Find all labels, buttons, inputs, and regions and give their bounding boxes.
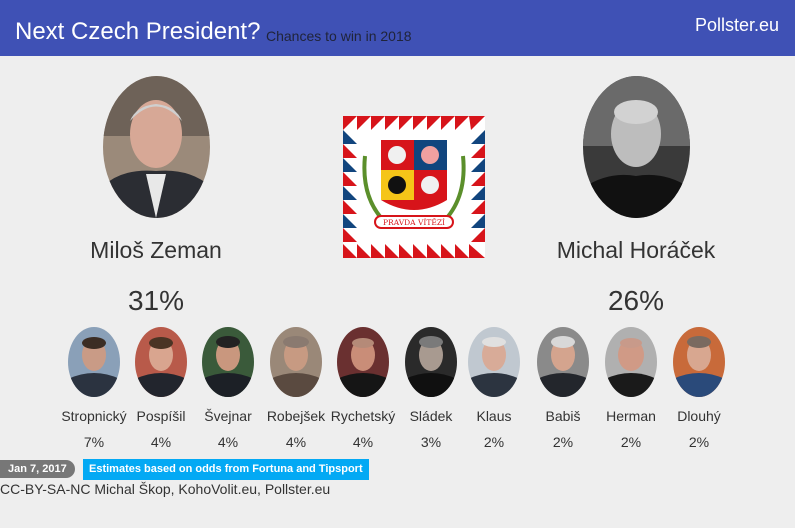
candidate-photo — [468, 327, 520, 397]
candidate-name: Babiš — [545, 408, 581, 424]
candidate-card: Stropnický 7% — [60, 325, 128, 450]
leader-name-zeman: Miloš Zeman — [90, 237, 222, 263]
date-badge: Jan 7, 2017 — [0, 460, 75, 478]
candidate-name: Pospíšil — [136, 408, 186, 424]
leader-percent-zeman: 31% — [127, 285, 185, 316]
candidate-percent: 3% — [420, 434, 442, 450]
candidate-percent: 4% — [150, 434, 172, 450]
candidate-card: Sládek 3% — [397, 325, 465, 450]
candidate-card: Klaus 2% — [460, 325, 528, 450]
page-title: Next Czech President? — [15, 18, 261, 45]
candidate-card: Švejnar 4% — [194, 325, 262, 450]
candidate-photo — [135, 327, 187, 397]
candidate-percent: 4% — [352, 434, 374, 450]
candidate-percent: 7% — [83, 434, 105, 450]
candidate-photo — [537, 327, 589, 397]
candidate-name: Švejnar — [204, 408, 252, 424]
leader-name-horacek: Michal Horáček — [556, 237, 716, 263]
candidate-percent: 4% — [217, 434, 239, 450]
header-bar: Next Czech President? Chances to win in … — [0, 0, 795, 56]
zeman-photo — [103, 76, 210, 218]
candidate-photo — [68, 327, 120, 397]
leader-percent-horacek: 26% — [607, 285, 665, 316]
candidate-photo — [270, 327, 322, 397]
candidate-name: Stropnický — [61, 408, 127, 424]
source-note-badge: Estimates based on odds from Fortuna and… — [83, 459, 369, 480]
candidate-photo — [405, 327, 457, 397]
candidate-photo — [202, 327, 254, 397]
candidate-name: Klaus — [476, 408, 512, 424]
candidate-card: Rychetský 4% — [329, 325, 397, 450]
candidate-name: Herman — [606, 408, 656, 424]
candidate-percent: 4% — [285, 434, 307, 450]
candidate-photo — [673, 327, 725, 397]
candidate-card: Dlouhý 2% — [665, 325, 733, 450]
candidate-name: Rychetský — [330, 408, 396, 424]
horacek-photo — [583, 76, 690, 218]
candidate-photo — [337, 327, 389, 397]
candidate-percent: 2% — [483, 434, 505, 450]
candidate-percent: 2% — [620, 434, 642, 450]
candidate-card: Robejšek 4% — [262, 325, 330, 450]
candidate-name: Robejšek — [266, 408, 326, 424]
candidate-card: Babiš 2% — [529, 325, 597, 450]
candidate-photo — [605, 327, 657, 397]
candidate-name: Sládek — [409, 408, 453, 424]
candidate-percent: 2% — [688, 434, 710, 450]
page-subtitle: Chances to win in 2018 — [266, 28, 412, 44]
candidate-card: Herman 2% — [597, 325, 665, 450]
candidate-percent: 2% — [552, 434, 574, 450]
candidate-card: Pospíšil 4% — [127, 325, 195, 450]
credits-text: CC-BY-SA-NC Michal Škop, KohoVolit.eu, P… — [0, 481, 331, 497]
candidate-name: Dlouhý — [677, 408, 721, 424]
flag-motto: PRAVDA VÍTĚZÍ — [383, 218, 445, 227]
presidential-flag: PRAVDA VÍTĚZÍ — [343, 116, 485, 258]
brand-link[interactable]: Pollster.eu — [695, 15, 779, 36]
